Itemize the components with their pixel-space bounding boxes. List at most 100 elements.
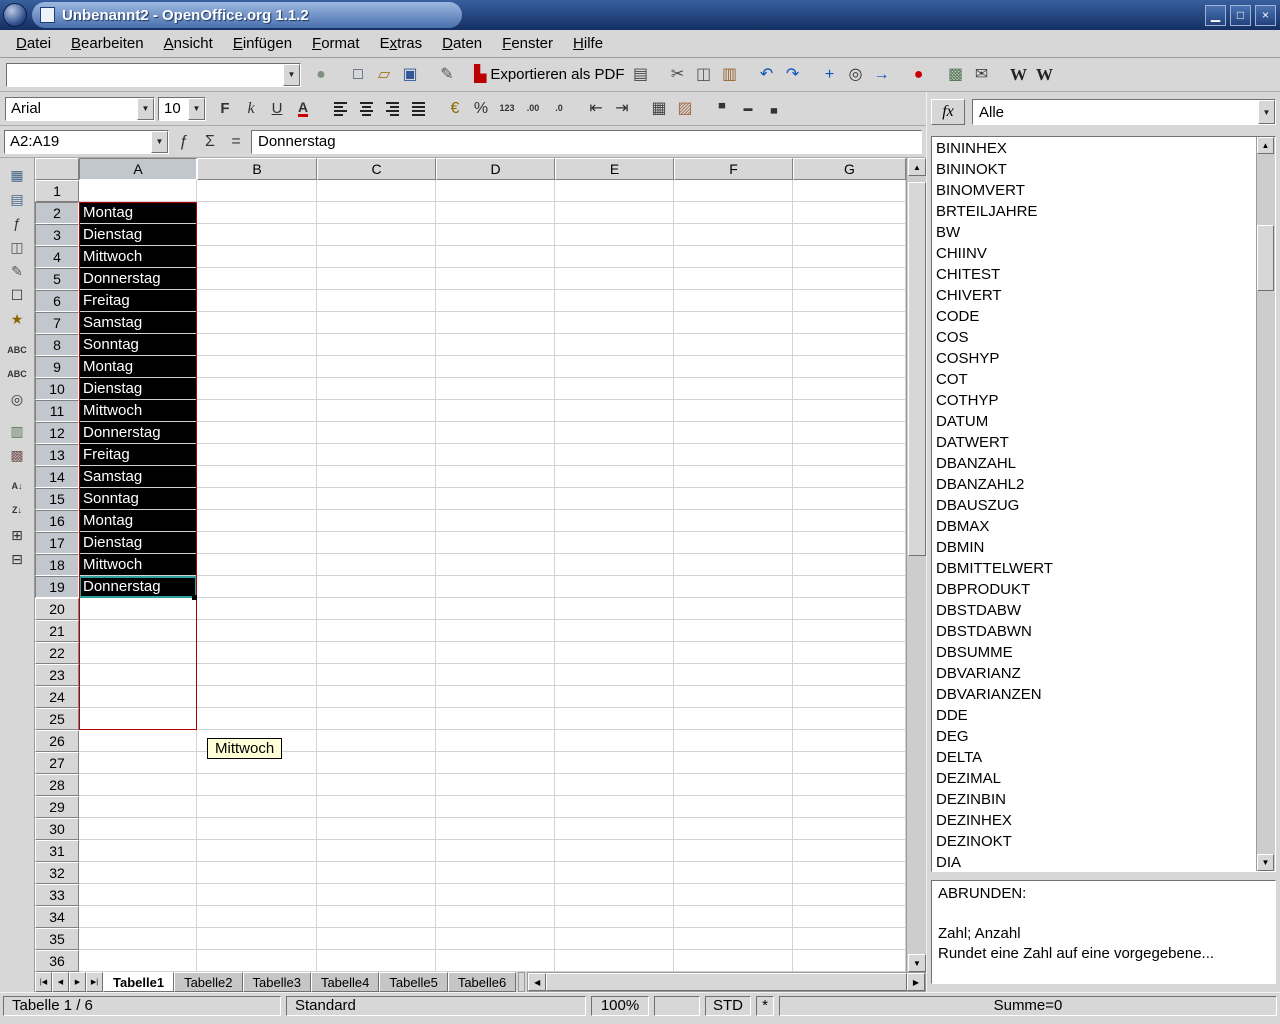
cell-d6[interactable] (436, 290, 555, 312)
background-color-icon[interactable]: ▨ (673, 97, 697, 121)
cell-c12[interactable] (317, 422, 436, 444)
sort-descending-icon[interactable]: Z↓ (4, 499, 30, 522)
cell-g10[interactable] (793, 378, 906, 400)
writer-document-icon-2[interactable]: W (1033, 63, 1057, 87)
row-header-16[interactable]: 16 (35, 510, 79, 532)
formula-input[interactable]: Donnerstag (251, 130, 922, 154)
cell-b12[interactable] (197, 422, 317, 444)
cell-f34[interactable] (674, 906, 793, 928)
cell-e11[interactable] (555, 400, 674, 422)
cell-f15[interactable] (674, 488, 793, 510)
status-sum[interactable]: Summe=0 (779, 996, 1277, 1016)
cell-e30[interactable] (555, 818, 674, 840)
function-list-scroll-thumb[interactable] (1257, 225, 1274, 291)
cell-a35[interactable] (79, 928, 197, 950)
function-item-binomvert[interactable]: BINOMVERT (936, 180, 1256, 201)
cell-g12[interactable] (793, 422, 906, 444)
row-header-9[interactable]: 9 (35, 356, 79, 378)
font-name-dropdown-arrow[interactable]: ▼ (137, 98, 154, 120)
cell-e6[interactable] (555, 290, 674, 312)
cell-g14[interactable] (793, 466, 906, 488)
function-item-dbanzahl[interactable]: DBANZAHL (936, 453, 1256, 474)
cell-d9[interactable] (436, 356, 555, 378)
increase-indent-icon[interactable]: ⇥ (610, 97, 634, 121)
function-item-dezimal[interactable]: DEZIMAL (936, 768, 1256, 789)
cell-c6[interactable] (317, 290, 436, 312)
cell-c32[interactable] (317, 862, 436, 884)
cell-b8[interactable] (197, 334, 317, 356)
cell-e33[interactable] (555, 884, 674, 906)
data-sources-icon[interactable]: ▥ (4, 419, 30, 442)
row-header-30[interactable]: 30 (35, 818, 79, 840)
cell-d23[interactable] (436, 664, 555, 686)
cell-d3[interactable] (436, 224, 555, 246)
cell-b31[interactable] (197, 840, 317, 862)
cell-a14[interactable]: Samstag (79, 466, 197, 488)
cell-e5[interactable] (555, 268, 674, 290)
cell-c7[interactable] (317, 312, 436, 334)
cell-g8[interactable] (793, 334, 906, 356)
column-header-e[interactable]: E (555, 158, 674, 180)
function-item-dbsumme[interactable]: DBSUMME (936, 642, 1256, 663)
cell-b35[interactable] (197, 928, 317, 950)
function-item-chiinv[interactable]: CHIINV (936, 243, 1256, 264)
function-item-bw[interactable]: BW (936, 222, 1256, 243)
record-macro-icon[interactable]: ● (907, 63, 931, 87)
copy-icon[interactable]: ◫ (692, 63, 716, 87)
cell-c22[interactable] (317, 642, 436, 664)
function-item-chitest[interactable]: CHITEST (936, 264, 1256, 285)
cell-f36[interactable] (674, 950, 793, 972)
cell-a13[interactable]: Freitag (79, 444, 197, 466)
cell-c23[interactable] (317, 664, 436, 686)
group-icon[interactable]: ⊞ (4, 523, 30, 546)
cell-g2[interactable] (793, 202, 906, 224)
navigator-icon[interactable]: + (818, 63, 842, 87)
cell-b34[interactable] (197, 906, 317, 928)
cell-e32[interactable] (555, 862, 674, 884)
insert-cells-icon[interactable]: ▤ (4, 187, 30, 210)
cell-d28[interactable] (436, 774, 555, 796)
row-header-13[interactable]: 13 (35, 444, 79, 466)
select-all-corner[interactable] (35, 158, 79, 180)
cell-d16[interactable] (436, 510, 555, 532)
cell-c33[interactable] (317, 884, 436, 906)
save-icon[interactable]: ▣ (398, 63, 422, 87)
category-dropdown-arrow[interactable]: ▼ (1258, 100, 1275, 124)
cell-d2[interactable] (436, 202, 555, 224)
form-functions-icon[interactable]: ☐ (4, 283, 30, 306)
row-header-32[interactable]: 32 (35, 862, 79, 884)
font-size-combobox[interactable]: 10 ▼ (158, 97, 206, 121)
center-vertical-icon[interactable]: ▬ (736, 97, 760, 121)
function-item-dezinbin[interactable]: DEZINBIN (936, 789, 1256, 810)
function-item-dbmax[interactable]: DBMAX (936, 516, 1256, 537)
cell-f22[interactable] (674, 642, 793, 664)
cell-c17[interactable] (317, 532, 436, 554)
cell-d21[interactable] (436, 620, 555, 642)
cell-b5[interactable] (197, 268, 317, 290)
row-header-12[interactable]: 12 (35, 422, 79, 444)
undo-icon[interactable]: ↶ (755, 63, 779, 87)
cell-b19[interactable] (197, 576, 317, 598)
currency-format-icon[interactable]: € (443, 97, 467, 121)
align-top-icon[interactable]: ▀ (710, 97, 734, 121)
cell-c28[interactable] (317, 774, 436, 796)
column-header-d[interactable]: D (436, 158, 555, 180)
cell-a10[interactable]: Dienstag (79, 378, 197, 400)
cell-d35[interactable] (436, 928, 555, 950)
cell-g3[interactable] (793, 224, 906, 246)
cell-d29[interactable] (436, 796, 555, 818)
hyperlink-icon[interactable]: → (870, 63, 894, 87)
cell-e35[interactable] (555, 928, 674, 950)
cell-e2[interactable] (555, 202, 674, 224)
cell-c11[interactable] (317, 400, 436, 422)
function-autopilot-icon[interactable]: ƒ (172, 130, 196, 154)
cell-g6[interactable] (793, 290, 906, 312)
cell-c18[interactable] (317, 554, 436, 576)
cell-b6[interactable] (197, 290, 317, 312)
font-size-dropdown-arrow[interactable]: ▼ (188, 98, 205, 120)
cell-f24[interactable] (674, 686, 793, 708)
cell-f26[interactable] (674, 730, 793, 752)
row-header-29[interactable]: 29 (35, 796, 79, 818)
row-header-23[interactable]: 23 (35, 664, 79, 686)
cell-b25[interactable] (197, 708, 317, 730)
